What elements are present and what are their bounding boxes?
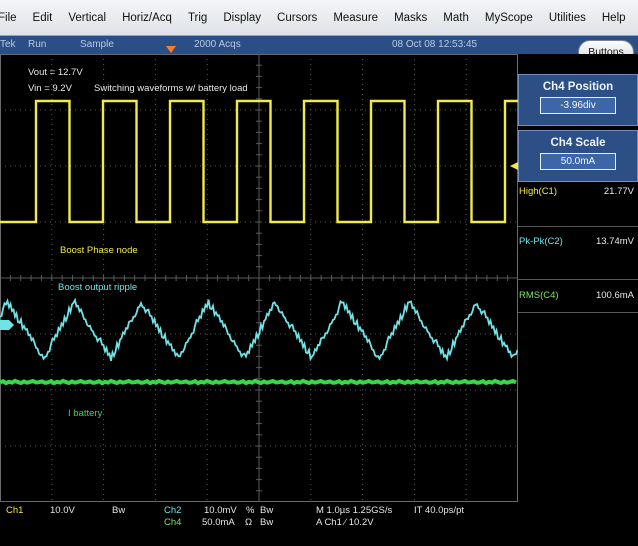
ch4-position-control[interactable]: Ch4 Position -3.96div (518, 74, 638, 126)
date-time: 08 Oct 08 12:53:45 (392, 39, 478, 50)
ch4-position-value[interactable]: -3.96div (540, 97, 616, 114)
acq-mode[interactable]: Sample (80, 39, 114, 50)
measurement-high-c1[interactable]: High(C1) 21.77V (518, 184, 638, 202)
ch2-bandwidth: Bw (260, 505, 274, 516)
side-panel: Ch4 Position -3.96div Ch4 Scale 50.0mA H… (518, 54, 638, 502)
trigger-level-marker-icon[interactable] (510, 162, 518, 170)
ch1-scale[interactable]: 10.0V (50, 505, 75, 516)
menu-display[interactable]: Display (216, 0, 270, 36)
ch2-label[interactable]: Ch2 (164, 505, 181, 516)
menu-cursors[interactable]: Cursors (270, 0, 326, 36)
scope-graticule: Vout = 12.7V Vin = 9.2V Switching wavefo… (0, 54, 518, 502)
menu-measure[interactable]: Measure (326, 0, 387, 36)
ch4-position-title: Ch4 Position (542, 81, 614, 93)
acquisition-status-bar: Tek Run Sample 2000 Acqs 08 Oct 08 12:53… (0, 36, 638, 54)
record-readout: IT 40.0ps/pt (414, 505, 464, 516)
ch4-scale-value[interactable]: 50.0mA (540, 153, 616, 170)
ch2-scale[interactable]: 10.0mV (204, 505, 237, 516)
vin-annotation: Vin = 9.2V (28, 83, 73, 94)
acq-count: 2000 Acqs (194, 39, 241, 50)
title-annotation: Switching waveforms w/ battery load (94, 83, 248, 94)
ch4-scale-title: Ch4 Scale (550, 137, 606, 149)
ch4-termination: Ω (245, 517, 253, 528)
ch4-scale[interactable]: 50.0mA (202, 517, 235, 528)
divider (518, 312, 638, 313)
waveform-display[interactable]: Vout = 12.7V Vin = 9.2V Switching wavefo… (0, 54, 518, 502)
ch4-bandwidth: Bw (260, 517, 274, 528)
boost-phase-label: Boost Phase node (60, 245, 138, 256)
menu-math[interactable]: Math (436, 0, 478, 36)
ibattery-label: I battery (68, 408, 103, 419)
trigger-position-marker-icon[interactable] (166, 46, 176, 53)
menu-myscope[interactable]: MyScope (478, 0, 542, 36)
measurement-rms-c4[interactable]: RMS(C4) 100.6mA (518, 288, 638, 306)
menu-bar: File Edit Vertical Horiz/Acq Trig Displa… (0, 0, 638, 36)
divider (518, 226, 638, 227)
trigger-readout[interactable]: A Ch1 ⁄ 10.2V (316, 517, 374, 528)
menu-edit[interactable]: Edit (26, 0, 62, 36)
measurement-label: Pk-Pk(C2) (519, 236, 563, 247)
divider (518, 279, 638, 280)
ch4-label[interactable]: Ch4 (164, 517, 181, 528)
menu-utilities[interactable]: Utilities (542, 0, 595, 36)
menu-horiz-acq[interactable]: Horiz/Acq (115, 0, 181, 36)
boost-ripple-label: Boost output ripple (58, 282, 137, 293)
measurement-pkpk-c2[interactable]: Pk-Pk(C2) 13.74mV (518, 234, 638, 252)
tek-logo-icon: Tek (0, 39, 16, 50)
ch4-trace (0, 378, 517, 386)
ch2-coupling: % (246, 505, 255, 516)
measurement-label: High(C1) (519, 186, 558, 197)
ch4-scale-control[interactable]: Ch4 Scale 50.0mA (518, 130, 638, 182)
menu-help[interactable]: Help (595, 0, 635, 36)
measurement-value: 100.6mA (595, 290, 634, 301)
measurement-label: RMS(C4) (519, 290, 559, 301)
measurement-value: 13.74mV (595, 236, 634, 247)
timebase-readout[interactable]: M 1.0µs 1.25GS/s (316, 505, 392, 516)
readout-filler (518, 502, 638, 546)
menu-masks[interactable]: Masks (387, 0, 436, 36)
ch1-label[interactable]: Ch1 (6, 505, 23, 516)
run-state[interactable]: Run (28, 39, 46, 50)
menu-vertical[interactable]: Vertical (61, 0, 115, 36)
ch2-ground-marker-icon[interactable] (0, 320, 14, 330)
vout-annotation: Vout = 12.7V (28, 67, 83, 78)
menu-file[interactable]: File (0, 0, 26, 36)
measurement-value: 21.77V (603, 186, 634, 197)
graticule-grid (0, 54, 518, 502)
ch1-bandwidth: Bw (112, 505, 126, 516)
menu-trig[interactable]: Trig (181, 0, 216, 36)
channel-readout-bar: Ch1 10.0V Bw Ch2 10.0mV % Bw Ch4 50.0mA … (0, 502, 518, 546)
